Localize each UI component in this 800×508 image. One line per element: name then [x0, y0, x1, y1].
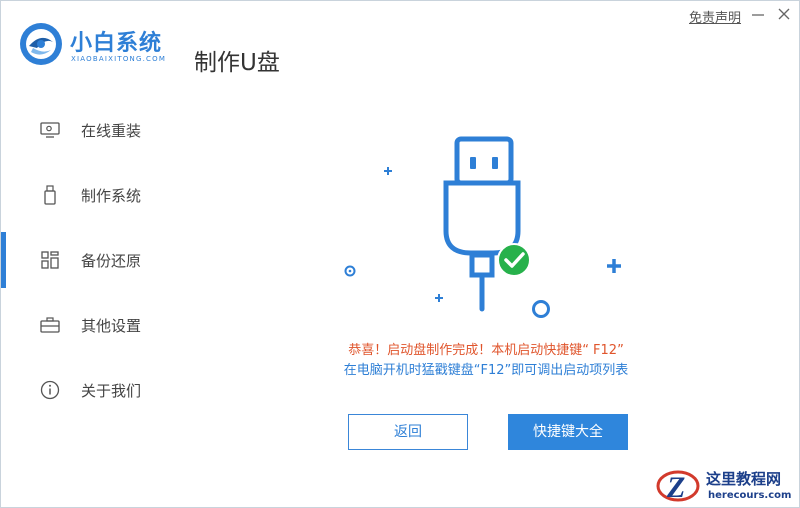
sidebar-item-label: 在线重装 [81, 122, 142, 140]
sidebar-item-online-reinstall[interactable]: 在线重装 [1, 107, 176, 153]
shortcut-keys-button[interactable]: 快捷键大全 [508, 414, 628, 450]
boot-hint-message: 在电脑开机时猛戳键盘“F12”即可调出启动项列表 [343, 363, 629, 378]
grid-icon [41, 251, 59, 269]
site-watermark: Z 这里教程网 herecours.com [654, 466, 800, 508]
watermark-url: herecours.com [708, 490, 792, 501]
app-window: 小白系统 XIAOBAIXITONG.COM 制作U盘 免责声明 在线重装 制作… [0, 0, 800, 508]
sidebar-item-label: 备份还原 [81, 252, 142, 270]
usb-success-illustration [344, 136, 621, 318]
sidebar-item-label: 制作系统 [81, 187, 142, 205]
sidebar-item-label: 其他设置 [81, 317, 142, 335]
sidebar-item-backup-restore[interactable]: 备份还原 [1, 232, 176, 288]
info-icon [40, 380, 60, 400]
sidebar: 在线重装 制作系统 备份还原 其他设置 关于我们 [1, 97, 176, 427]
sidebar-item-label: 关于我们 [81, 382, 142, 400]
briefcase-icon [40, 317, 60, 333]
app-logo-icon [20, 23, 62, 65]
watermark-logo-icon: Z [656, 470, 700, 504]
close-icon[interactable] [775, 5, 793, 23]
page-title: 制作U盘 [194, 50, 280, 76]
check-badge-icon [497, 243, 531, 277]
disclaimer-link[interactable]: 免责声明 [689, 7, 741, 26]
success-message: 恭喜！启动盘制作完成！本机启动快捷键“ F12” [348, 343, 624, 358]
back-button[interactable]: 返回 [348, 414, 468, 450]
brand-name: 小白系统 [70, 31, 163, 56]
usb-cable-icon [443, 136, 521, 312]
watermark-title: 这里教程网 [706, 470, 782, 488]
svg-text:Z: Z [666, 471, 685, 504]
sidebar-item-other-settings[interactable]: 其他设置 [1, 302, 176, 348]
usb-drive-icon [44, 185, 56, 205]
brand-subtitle: XIAOBAIXITONG.COM [71, 55, 167, 63]
sidebar-item-about-us[interactable]: 关于我们 [1, 367, 176, 413]
monitor-icon [40, 122, 60, 138]
sidebar-item-make-system[interactable]: 制作系统 [1, 172, 176, 218]
minimize-icon[interactable] [749, 5, 767, 23]
